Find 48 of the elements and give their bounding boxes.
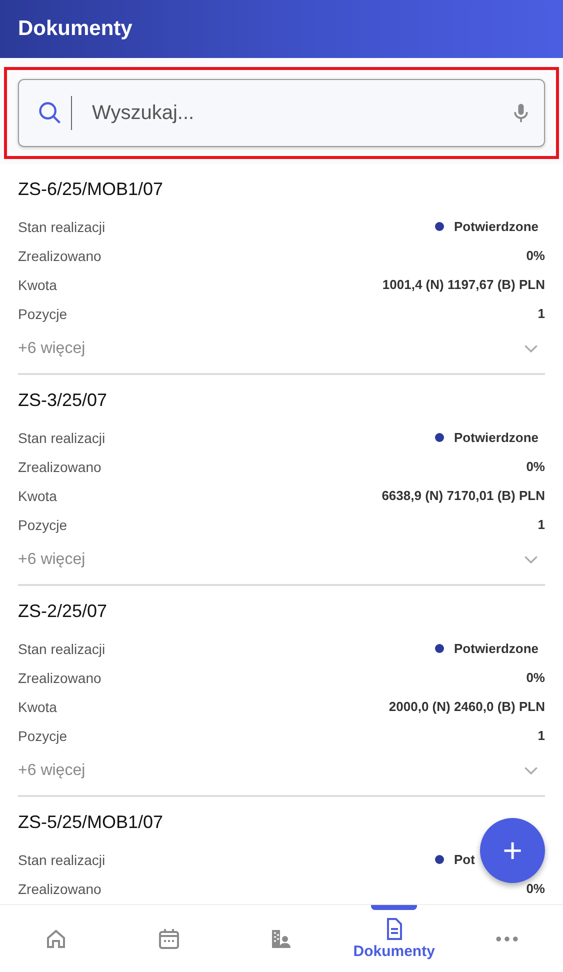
status-value: Potwierdzone <box>454 430 539 445</box>
field-value: 1 <box>538 517 545 532</box>
field-label: Kwota <box>18 488 57 504</box>
field-label: Kwota <box>18 698 57 714</box>
status-dot <box>435 433 444 442</box>
field-label: Zrealizowano <box>18 458 102 474</box>
field-value: 1001,4 (N) 1197,67 (B) PLN <box>382 277 545 292</box>
field-label: Zrealizowano <box>18 880 102 896</box>
status-dot <box>435 855 444 864</box>
document-number[interactable]: ZS-2/25/07 <box>18 597 108 622</box>
field-label: Zrealizowano <box>18 670 102 686</box>
field-value: 1 <box>538 306 545 321</box>
nav-tab[interactable]: Dokumenty <box>338 905 450 972</box>
calendar-icon <box>156 926 181 950</box>
field-value: 2000,0 (N) 2460,0 (B) PLN <box>388 699 545 714</box>
search-input[interactable]: Wyszukaj... <box>90 100 510 126</box>
active-indicator <box>371 905 418 910</box>
show-more-link[interactable]: +6 więcej <box>18 340 86 358</box>
status-dot <box>435 222 444 231</box>
status-value: Potwierdzone <box>454 641 539 656</box>
field-label: Stan realizacji <box>18 430 106 446</box>
field-label: Pozycje <box>18 306 68 322</box>
field-value: 6638,9 (N) 7170,01 (B) PLN <box>382 488 545 503</box>
field-value: 1 <box>538 728 545 743</box>
more-icon <box>494 934 519 942</box>
document-number[interactable]: ZS-3/25/07 <box>18 386 108 411</box>
field-label: Stan realizacji <box>18 218 106 234</box>
status-value: Pot <box>454 852 475 867</box>
add-button[interactable]: + <box>480 818 545 883</box>
show-more-link[interactable]: +6 więcej <box>18 550 86 568</box>
field-value: 0% <box>526 459 545 474</box>
field-label: Pozycje <box>18 728 68 744</box>
field-value: 0% <box>526 670 545 685</box>
field-label: Stan realizacji <box>18 852 106 868</box>
field-label: Stan realizacji <box>18 640 106 656</box>
search-bar[interactable]: Wyszukaj... <box>18 79 545 147</box>
search-icon <box>37 100 63 126</box>
show-more-link[interactable]: +6 więcej <box>18 762 86 780</box>
status-dot <box>435 644 444 653</box>
field-label: Kwota <box>18 276 57 292</box>
document-number[interactable]: ZS-6/25/MOB1/07 <box>18 175 164 200</box>
screen-title: Dokumenty <box>18 17 132 41</box>
status-value: Potwierdzone <box>454 219 539 234</box>
field-value: 0% <box>526 248 545 263</box>
document-number[interactable]: ZS-5/25/MOB1/07 <box>18 808 164 833</box>
field-label: Zrealizowano <box>18 248 102 264</box>
field-value: 0% <box>526 881 545 896</box>
field-label: Pozycje <box>18 516 68 532</box>
